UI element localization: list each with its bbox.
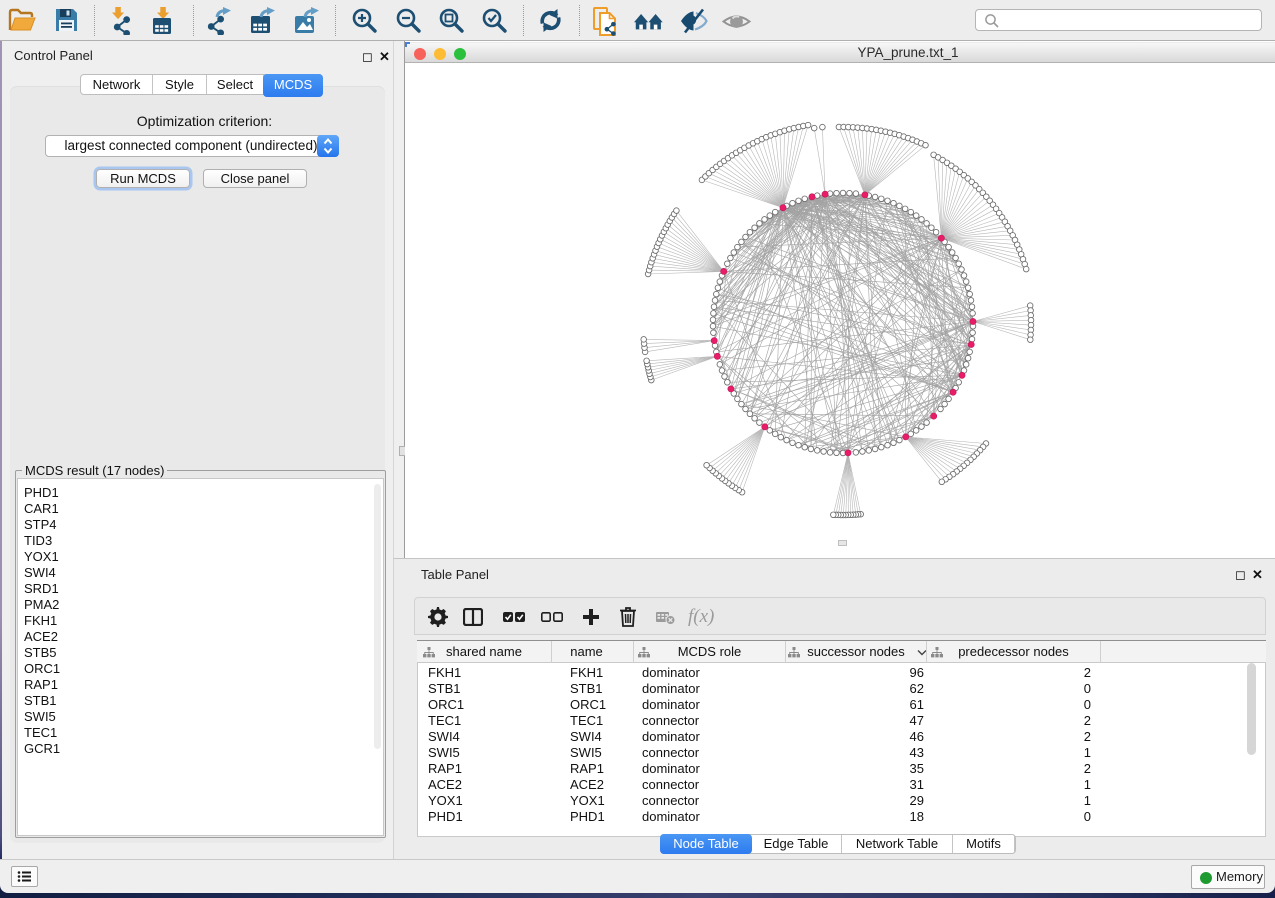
svg-text:f(x): f(x) bbox=[688, 606, 714, 627]
